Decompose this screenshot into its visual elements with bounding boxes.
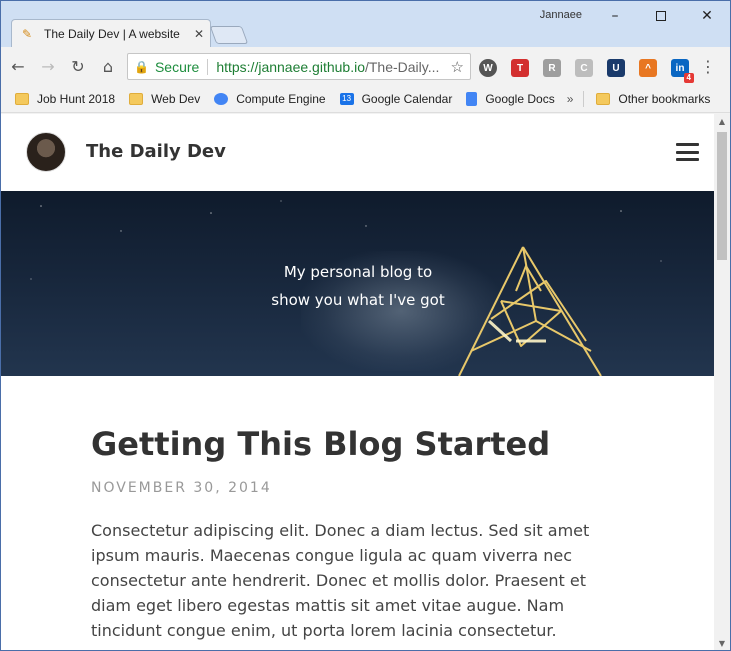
hero-tagline: My personal blog to show you what I've g… <box>231 258 485 314</box>
r-extension-icon[interactable]: R <box>543 59 561 77</box>
minimize-icon[interactable]: – <box>592 1 638 31</box>
scroll-down-arrow-icon[interactable]: ▼ <box>714 636 730 650</box>
bookmarks-bar: Job Hunt 2018 Web Dev Compute Engine 13 … <box>1 85 730 113</box>
avatar[interactable] <box>26 132 66 172</box>
bookmark-google-calendar[interactable]: 13 Google Calendar <box>339 91 453 106</box>
t-extension-icon[interactable]: T <box>511 59 529 77</box>
scrollbar-thumb[interactable] <box>717 132 727 260</box>
bookmark-web-dev[interactable]: Web Dev <box>129 92 200 106</box>
post-date: NOVEMBER 30, 2014 <box>91 480 272 496</box>
folder-icon <box>129 92 144 105</box>
pencil-icon: ✎ <box>22 26 33 41</box>
chip-icon <box>214 92 229 105</box>
hero-tagline-line-1: My personal blog to <box>283 263 433 281</box>
lock-icon: 🔒 <box>134 59 149 74</box>
browser-menu-icon[interactable]: ⋮ <box>700 57 716 76</box>
calendar-icon: 13 <box>339 92 354 105</box>
browser-toolbar: ← → ↻ ⌂ 🔒 Secure https://jannaee.github.… <box>1 47 730 85</box>
url-host: https://jannaee.github.io <box>216 58 365 75</box>
post-body: Consectetur adipiscing elit. Donec a dia… <box>91 521 590 640</box>
vertical-scrollbar[interactable]: ▲ ▼ <box>714 114 730 650</box>
bookmark-job-hunt-2018[interactable]: Job Hunt 2018 <box>15 92 115 106</box>
linkedin-icon[interactable]: in 4 <box>671 59 694 83</box>
bookmarks-overflow-chevron-icon[interactable]: » <box>567 92 574 106</box>
hero-banner: My personal blog to show you what I've g… <box>1 191 714 376</box>
site-title[interactable]: The Daily Dev <box>86 141 226 162</box>
secure-label: Secure <box>154 58 200 75</box>
home-icon[interactable]: ⌂ <box>95 53 121 79</box>
close-icon[interactable]: ✕ <box>684 1 730 31</box>
c-extension-icon[interactable]: C <box>575 59 593 77</box>
post-title[interactable]: Getting This Blog Started <box>91 424 611 464</box>
bookmark-google-docs[interactable]: Google Docs <box>466 91 555 106</box>
url-path: /The-Daily... <box>364 58 440 75</box>
profile-name[interactable]: Jannaee <box>540 9 582 21</box>
post-preview: Getting This Blog Started NOVEMBER 30, 2… <box>91 424 611 643</box>
bookmark-star-icon[interactable]: ☆ <box>451 58 464 76</box>
address-bar[interactable]: 🔒 Secure https://jannaee.github.io /The-… <box>127 53 471 80</box>
notification-badge: 4 <box>683 73 694 83</box>
tab-strip: ✎ The Daily Dev | A website ✕ Jannaee – … <box>1 1 730 47</box>
u-extension-icon[interactable]: U <box>607 59 625 77</box>
bookmarks-divider <box>583 90 585 107</box>
back-arrow-icon[interactable]: ← <box>5 53 31 79</box>
folder-icon <box>15 92 29 105</box>
folder-icon <box>596 92 611 105</box>
bookmark-compute-engine[interactable]: Compute Engine <box>214 91 326 106</box>
page-viewport: The Daily Dev My personal blog to show y… <box>1 114 714 650</box>
hero-tagline-line-2: show you what I've got <box>271 291 445 309</box>
bookmark-label: Web Dev <box>151 91 201 106</box>
new-tab-button[interactable] <box>209 26 249 44</box>
arc-extension-icon[interactable]: ^ <box>639 59 657 77</box>
omnibox-divider <box>207 58 209 75</box>
maximize-icon[interactable] <box>638 1 684 31</box>
tab-title: The Daily Dev | A website <box>44 26 180 41</box>
bookmark-other-bookmarks[interactable]: Other bookmarks <box>596 92 710 106</box>
reload-icon[interactable]: ↻ <box>65 53 91 79</box>
bookmark-label: Other bookmarks <box>618 91 711 106</box>
bookmark-label: Google Docs <box>485 91 555 106</box>
bookmark-label: Compute Engine <box>236 91 326 106</box>
bookmark-label: Job Hunt 2018 <box>37 91 116 106</box>
tab-close-icon[interactable]: ✕ <box>194 27 204 41</box>
forward-arrow-icon[interactable]: → <box>35 53 61 79</box>
tab-active[interactable]: ✎ The Daily Dev | A website ✕ <box>11 19 211 47</box>
scroll-up-arrow-icon[interactable]: ▲ <box>714 114 730 128</box>
hamburger-menu-icon[interactable] <box>676 143 699 161</box>
w-extension-icon[interactable]: W <box>479 59 497 77</box>
bookmark-label: Google Calendar <box>361 91 453 106</box>
site-navbar: The Daily Dev <box>1 114 714 191</box>
docs-icon <box>466 91 478 106</box>
browser-window: ✎ The Daily Dev | A website ✕ Jannaee – … <box>0 0 731 651</box>
